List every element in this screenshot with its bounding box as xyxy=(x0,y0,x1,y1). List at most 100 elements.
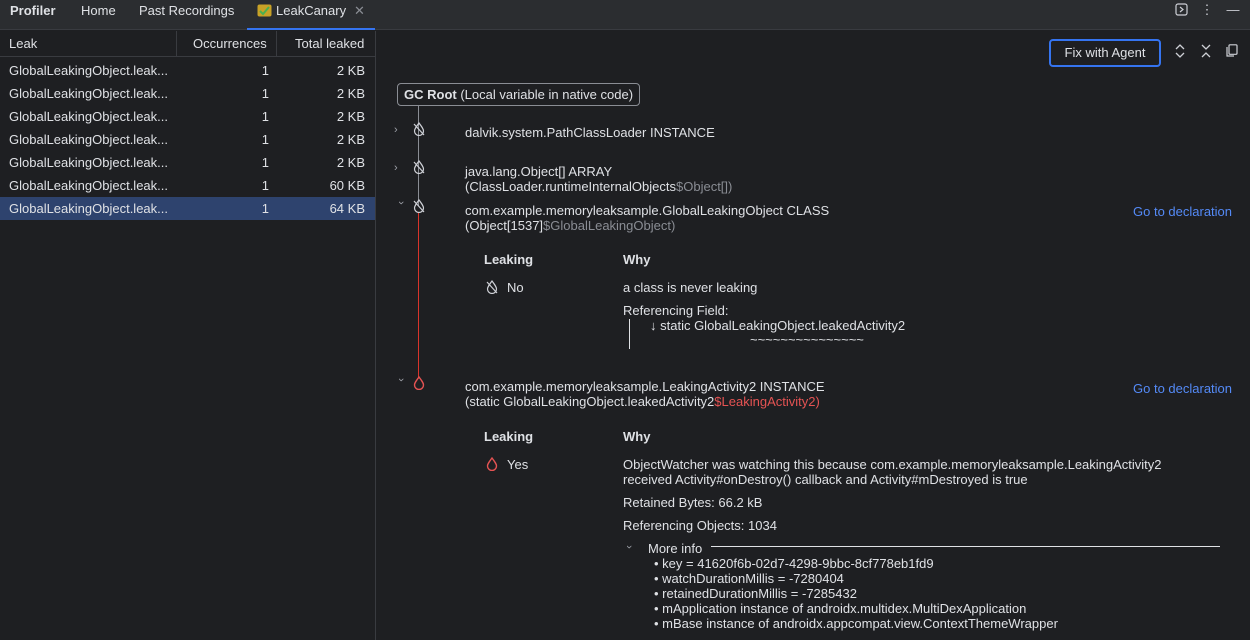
node-title: com.example.memoryleaksample.LeakingActi… xyxy=(465,379,825,394)
trace-connector-leak xyxy=(418,213,419,377)
copy-icon[interactable] xyxy=(1225,44,1239,60)
node-reference-suffix: $Object[]) xyxy=(676,179,733,194)
row-total: 2 KB xyxy=(336,63,365,78)
trace-node-global-leaking-object[interactable]: com.example.memoryleaksample.GlobalLeaki… xyxy=(465,203,829,233)
trace-node-classloader[interactable]: dalvik.system.PathClassLoader INSTANCE xyxy=(465,125,715,140)
window-layout-icon[interactable] xyxy=(1174,3,1188,17)
ref-field-guide xyxy=(629,319,630,349)
gc-root-badge: GC Root (Local variable in native code) xyxy=(397,83,641,106)
gc-root-detail: (Local variable in native code) xyxy=(456,87,634,102)
row-occurrences: 1 xyxy=(261,109,269,124)
node-reference: (Object[1537] xyxy=(465,218,544,233)
why-header: Why xyxy=(623,252,651,267)
why-text: a class is never leaking xyxy=(623,280,758,295)
table-row[interactable]: GlobalLeakingObject.leak... 1 2 KB xyxy=(0,82,375,105)
row-leak: GlobalLeakingObject.leak... xyxy=(9,109,168,124)
leaking-header: Leaking xyxy=(484,252,534,267)
leaking-icon xyxy=(486,457,498,471)
row-occurrences: 1 xyxy=(261,132,269,147)
more-options-icon[interactable]: ⋮ xyxy=(1200,3,1214,17)
column-header-leak[interactable]: Leak xyxy=(9,31,37,57)
list-item: • mBase instance of androidx.appcompat.v… xyxy=(654,616,1058,631)
row-leak: GlobalLeakingObject.leak... xyxy=(9,86,168,101)
row-leak: GlobalLeakingObject.leak... xyxy=(9,132,168,147)
row-occurrences: 1 xyxy=(261,86,269,101)
tab-profiler[interactable]: Profiler xyxy=(10,0,56,30)
row-occurrences: 1 xyxy=(261,201,269,216)
node-title: dalvik.system.PathClassLoader INSTANCE xyxy=(465,125,715,140)
tab-leakcanary[interactable]: LeakCanary ✕ xyxy=(247,0,375,30)
go-to-declaration-link[interactable]: Go to declaration xyxy=(1133,381,1232,396)
leaking-icon xyxy=(413,376,425,390)
why-text-line2: received Activity#onDestroy() callback a… xyxy=(623,472,1028,487)
table-row[interactable]: GlobalLeakingObject.leak... 1 2 KB xyxy=(0,105,375,128)
chevron-down-icon[interactable]: › xyxy=(395,378,407,388)
leaking-value: No xyxy=(507,280,524,295)
referencing-objects: Referencing Objects: 1034 xyxy=(623,518,777,533)
expand-collapse-icon[interactable] xyxy=(1173,44,1187,60)
column-header-occurrences[interactable]: Occurrences xyxy=(193,31,267,57)
why-header: Why xyxy=(623,429,651,444)
not-leaking-icon xyxy=(413,199,425,213)
node-reference-suffix: $LeakingActivity2) xyxy=(714,394,820,409)
row-occurrences: 1 xyxy=(261,63,269,78)
row-leak: GlobalLeakingObject.leak... xyxy=(9,178,168,193)
column-header-total-leaked[interactable]: Total leaked xyxy=(295,31,364,57)
list-item: • mApplication instance of androidx.mult… xyxy=(654,601,1027,616)
leaking-value: Yes xyxy=(507,457,529,472)
row-occurrences: 1 xyxy=(261,155,269,170)
collapse-all-icon[interactable] xyxy=(1199,44,1213,60)
not-leaking-icon xyxy=(413,160,425,174)
leak-detail-pane: Fix with Agent GC Root (Local variable i… xyxy=(377,31,1250,640)
table-row[interactable]: GlobalLeakingObject.leak... 1 2 KB xyxy=(0,59,375,82)
leakcanary-icon xyxy=(257,4,272,17)
fix-with-agent-button[interactable]: Fix with Agent xyxy=(1049,39,1161,67)
table-row[interactable]: GlobalLeakingObject.leak... 1 60 KB xyxy=(0,174,375,197)
row-leak: GlobalLeakingObject.leak... xyxy=(9,201,168,216)
squiggle-underline: ~~~~~~~~~~~~~~~ xyxy=(750,332,864,347)
leak-table: Leak Occurrences Total leaked GlobalLeak… xyxy=(0,31,376,640)
tab-past-recordings[interactable]: Past Recordings xyxy=(139,0,234,30)
row-leak: GlobalLeakingObject.leak... xyxy=(9,155,168,170)
more-info-divider xyxy=(711,546,1220,547)
table-row[interactable]: GlobalLeakingObject.leak... 1 2 KB xyxy=(0,128,375,151)
row-total: 2 KB xyxy=(336,109,365,124)
node-reference: (ClassLoader.runtimeInternalObjects xyxy=(465,179,676,194)
referencing-field-value: ↓ static GlobalLeakingObject.leakedActiv… xyxy=(650,318,906,333)
tab-bar: Profiler Home Past Recordings LeakCanary… xyxy=(0,0,1250,30)
list-item: • retainedDurationMillis = -7285432 xyxy=(654,586,857,601)
referencing-field-label: Referencing Field: xyxy=(623,303,729,318)
trace-connector xyxy=(418,106,419,206)
gc-root-label: GC Root xyxy=(404,87,457,102)
go-to-declaration-link[interactable]: Go to declaration xyxy=(1133,204,1232,219)
more-info-toggle[interactable]: More info xyxy=(648,541,702,556)
chevron-down-icon[interactable]: › xyxy=(395,201,407,211)
trace-node-leaking-activity[interactable]: com.example.memoryleaksample.LeakingActi… xyxy=(465,379,825,409)
not-leaking-icon xyxy=(486,280,498,294)
table-row-selected[interactable]: GlobalLeakingObject.leak... 1 64 KB xyxy=(0,197,375,220)
list-item: • watchDurationMillis = -7280404 xyxy=(654,571,844,586)
node-title: com.example.memoryleaksample.GlobalLeaki… xyxy=(465,203,830,218)
node-reference-suffix: $GlobalLeakingObject) xyxy=(543,218,676,233)
minimize-icon[interactable]: — xyxy=(1226,3,1240,17)
row-leak: GlobalLeakingObject.leak... xyxy=(9,63,168,78)
chevron-down-icon[interactable]: › xyxy=(623,545,635,549)
chevron-right-icon[interactable]: › xyxy=(394,124,404,136)
tab-home[interactable]: Home xyxy=(81,0,116,30)
row-total: 60 KB xyxy=(329,178,365,193)
chevron-right-icon[interactable]: › xyxy=(394,162,404,174)
table-row[interactable]: GlobalLeakingObject.leak... 1 2 KB xyxy=(0,151,375,174)
row-total: 64 KB xyxy=(329,201,365,216)
why-text-line1: ObjectWatcher was watching this because … xyxy=(623,457,1162,472)
row-total: 2 KB xyxy=(336,86,365,101)
retained-bytes: Retained Bytes: 66.2 kB xyxy=(623,495,763,510)
tab-leakcanary-label: LeakCanary xyxy=(276,3,347,18)
close-icon[interactable]: ✕ xyxy=(354,0,365,22)
leaking-header: Leaking xyxy=(484,429,534,444)
row-total: 2 KB xyxy=(336,155,365,170)
trace-node-object-array[interactable]: java.lang.Object[] ARRAY (ClassLoader.ru… xyxy=(465,164,732,194)
row-total: 2 KB xyxy=(336,132,365,147)
row-occurrences: 1 xyxy=(261,178,269,193)
list-item: • key = 41620f6b-02d7-4298-9bbc-8cf778eb… xyxy=(654,556,934,571)
node-title: java.lang.Object[] ARRAY xyxy=(465,164,613,179)
